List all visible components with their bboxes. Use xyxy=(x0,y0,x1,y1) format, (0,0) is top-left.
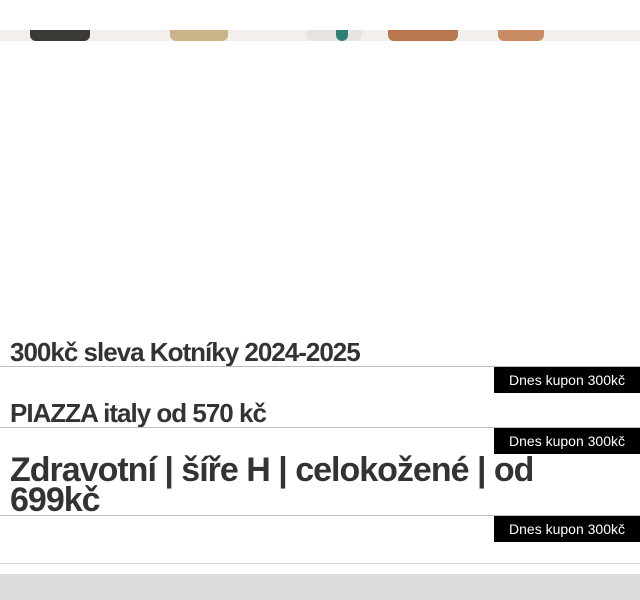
promo-item[interactable]: 300kč sleva Kotníky 2024-2025 Dnes kupon… xyxy=(0,335,640,395)
footer-bar xyxy=(0,574,640,600)
promo-item[interactable]: PIAZZA italy od 570 kč Dnes kupon 300kč xyxy=(0,396,640,456)
promo-title[interactable]: PIAZZA italy od 570 kč xyxy=(10,398,610,428)
banner-shoe-brown xyxy=(388,30,458,41)
banner-shoe-beige xyxy=(170,30,228,41)
promo-title[interactable]: 300kč sleva Kotníky 2024-2025 xyxy=(10,337,610,367)
divider xyxy=(0,563,640,564)
banner-shoe-white xyxy=(306,30,362,41)
blank-ad-space xyxy=(0,41,640,331)
product-banner-image[interactable] xyxy=(0,30,640,41)
coupon-button[interactable]: Dnes kupon 300kč xyxy=(494,516,640,542)
coupon-button[interactable]: Dnes kupon 300kč xyxy=(494,367,640,393)
promo-item[interactable]: Zdravotní | šíře H | celokožené | od 699… xyxy=(0,453,640,546)
banner-shoe-tan xyxy=(498,30,544,41)
page: 300kč sleva Kotníky 2024-2025 Dnes kupon… xyxy=(0,0,640,600)
promo-title[interactable]: Zdravotní | šíře H | celokožené | od 699… xyxy=(10,453,610,517)
banner-shoe-dark xyxy=(30,30,90,41)
